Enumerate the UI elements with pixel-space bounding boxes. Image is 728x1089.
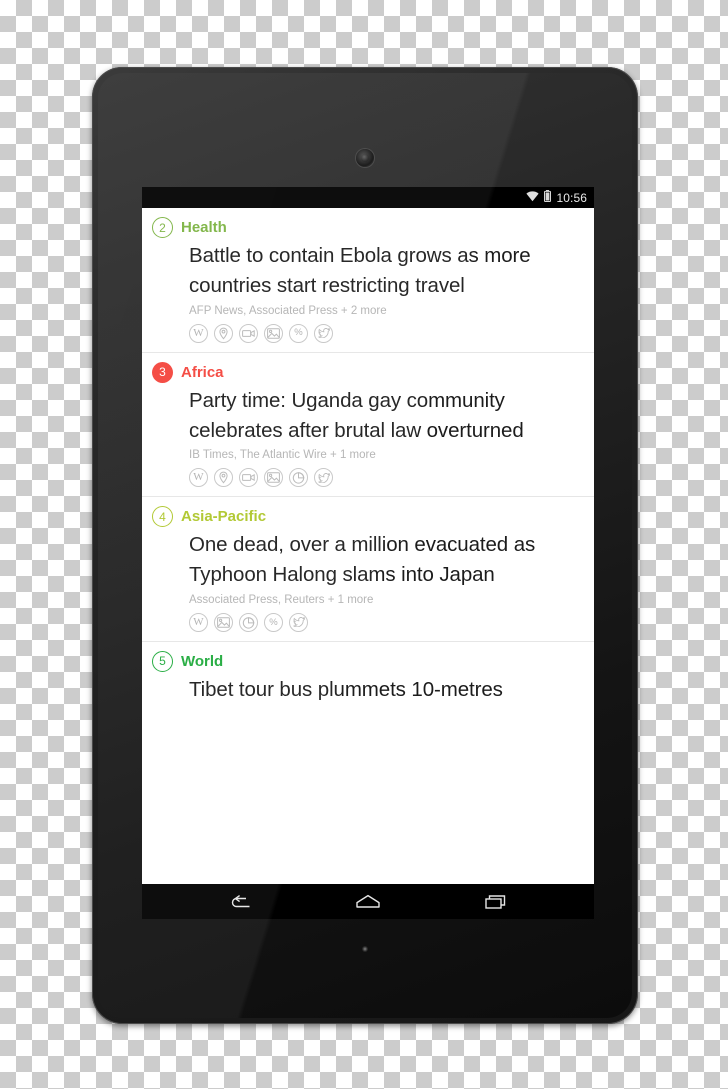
category-label[interactable]: Health [181, 220, 227, 235]
sources-label: AFP News, Associated Press + 2 more [189, 304, 387, 317]
back-button[interactable] [217, 884, 263, 919]
twitter-icon[interactable] [314, 468, 333, 488]
status-bar-icons: 10:56 [526, 189, 587, 207]
android-nav-bar [142, 884, 594, 919]
category-label[interactable]: Africa [181, 365, 224, 380]
status-bar-clock: 10:56 [556, 190, 587, 205]
status-bar: 10:56 [142, 187, 594, 208]
card-header: 4 Asia-Pacific [152, 506, 582, 528]
pie-chart-icon[interactable] [239, 612, 258, 632]
headline[interactable]: Tibet tour bus plummets 10-metres [189, 675, 582, 705]
news-card[interactable]: 4 Asia-Pacific One dead, over a million … [142, 497, 594, 642]
category-label[interactable]: World [181, 654, 223, 669]
wikipedia-icon[interactable]: W [189, 612, 208, 632]
card-header: 5 World [152, 650, 582, 672]
card-header: 3 Africa [152, 361, 582, 383]
headline[interactable]: Party time: Uganda gay community celebra… [189, 386, 582, 446]
device-screen: 10:56 2 Health Battle to contain Ebola g… [142, 187, 594, 919]
percent-icon[interactable]: % [289, 323, 308, 343]
twitter-icon[interactable] [289, 612, 308, 632]
wikipedia-icon[interactable]: W [189, 323, 208, 343]
media-icon-row: W % [189, 612, 582, 632]
notification-led-icon [362, 946, 368, 952]
image-icon[interactable] [264, 468, 283, 488]
recents-button[interactable] [473, 884, 519, 919]
wikipedia-icon[interactable]: W [189, 468, 208, 488]
home-button[interactable] [345, 884, 391, 919]
news-list[interactable]: 2 Health Battle to contain Ebola grows a… [142, 208, 594, 884]
news-card[interactable]: 3 Africa Party time: Uganda gay communit… [142, 353, 594, 498]
wifi-icon [526, 189, 540, 207]
news-card[interactable]: 2 Health Battle to contain Ebola grows a… [142, 208, 594, 353]
news-card[interactable]: 5 World Tibet tour bus plummets 10-metre… [142, 642, 594, 714]
tablet-device: 10:56 2 Health Battle to contain Ebola g… [92, 67, 638, 1024]
battery-icon [544, 189, 552, 207]
twitter-icon[interactable] [314, 323, 333, 343]
rank-badge: 3 [152, 361, 173, 383]
location-pin-icon[interactable] [214, 323, 233, 343]
video-camera-icon[interactable] [239, 323, 258, 343]
headline[interactable]: Battle to contain Ebola grows as more co… [189, 241, 582, 301]
video-camera-icon[interactable] [239, 468, 258, 488]
pie-chart-icon[interactable] [289, 468, 308, 488]
media-icon-row: W [189, 468, 582, 488]
rank-badge: 2 [152, 217, 173, 238]
device-bezel: 10:56 2 Health Battle to contain Ebola g… [98, 73, 632, 1018]
location-pin-icon[interactable] [214, 468, 233, 488]
image-icon[interactable] [214, 612, 233, 632]
front-camera-icon [356, 149, 374, 167]
rank-badge: 5 [152, 650, 173, 672]
percent-icon[interactable]: % [264, 612, 283, 632]
image-icon[interactable] [264, 323, 283, 343]
sources-label: IB Times, The Atlantic Wire + 1 more [189, 449, 376, 462]
sources-label: Associated Press, Reuters + 1 more [189, 594, 374, 607]
media-icon-row: W % [189, 323, 582, 343]
rank-badge: 4 [152, 506, 173, 528]
card-header: 2 Health [152, 217, 582, 238]
category-label[interactable]: Asia-Pacific [181, 509, 266, 524]
headline[interactable]: One dead, over a million evacuated as Ty… [189, 530, 582, 590]
